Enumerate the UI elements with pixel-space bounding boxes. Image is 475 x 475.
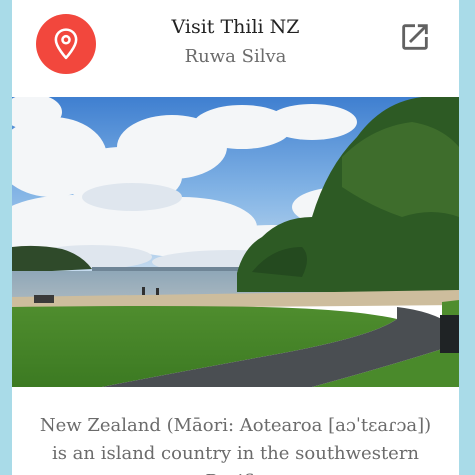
- description-text: New Zealand (Māori: Aotearoa [aɔˈtɛaɾɔa]…: [39, 415, 432, 475]
- landscape-photo: [12, 97, 459, 387]
- page-title: Visit Thili NZ: [171, 16, 300, 38]
- open-in-new-icon[interactable]: [398, 20, 432, 54]
- author-name: Ruwa Silva: [184, 46, 287, 67]
- card-header: Visit Thili NZ Ruwa Silva: [12, 0, 459, 97]
- post-card: Visit Thili NZ Ruwa Silva New Zealand (M…: [12, 0, 459, 475]
